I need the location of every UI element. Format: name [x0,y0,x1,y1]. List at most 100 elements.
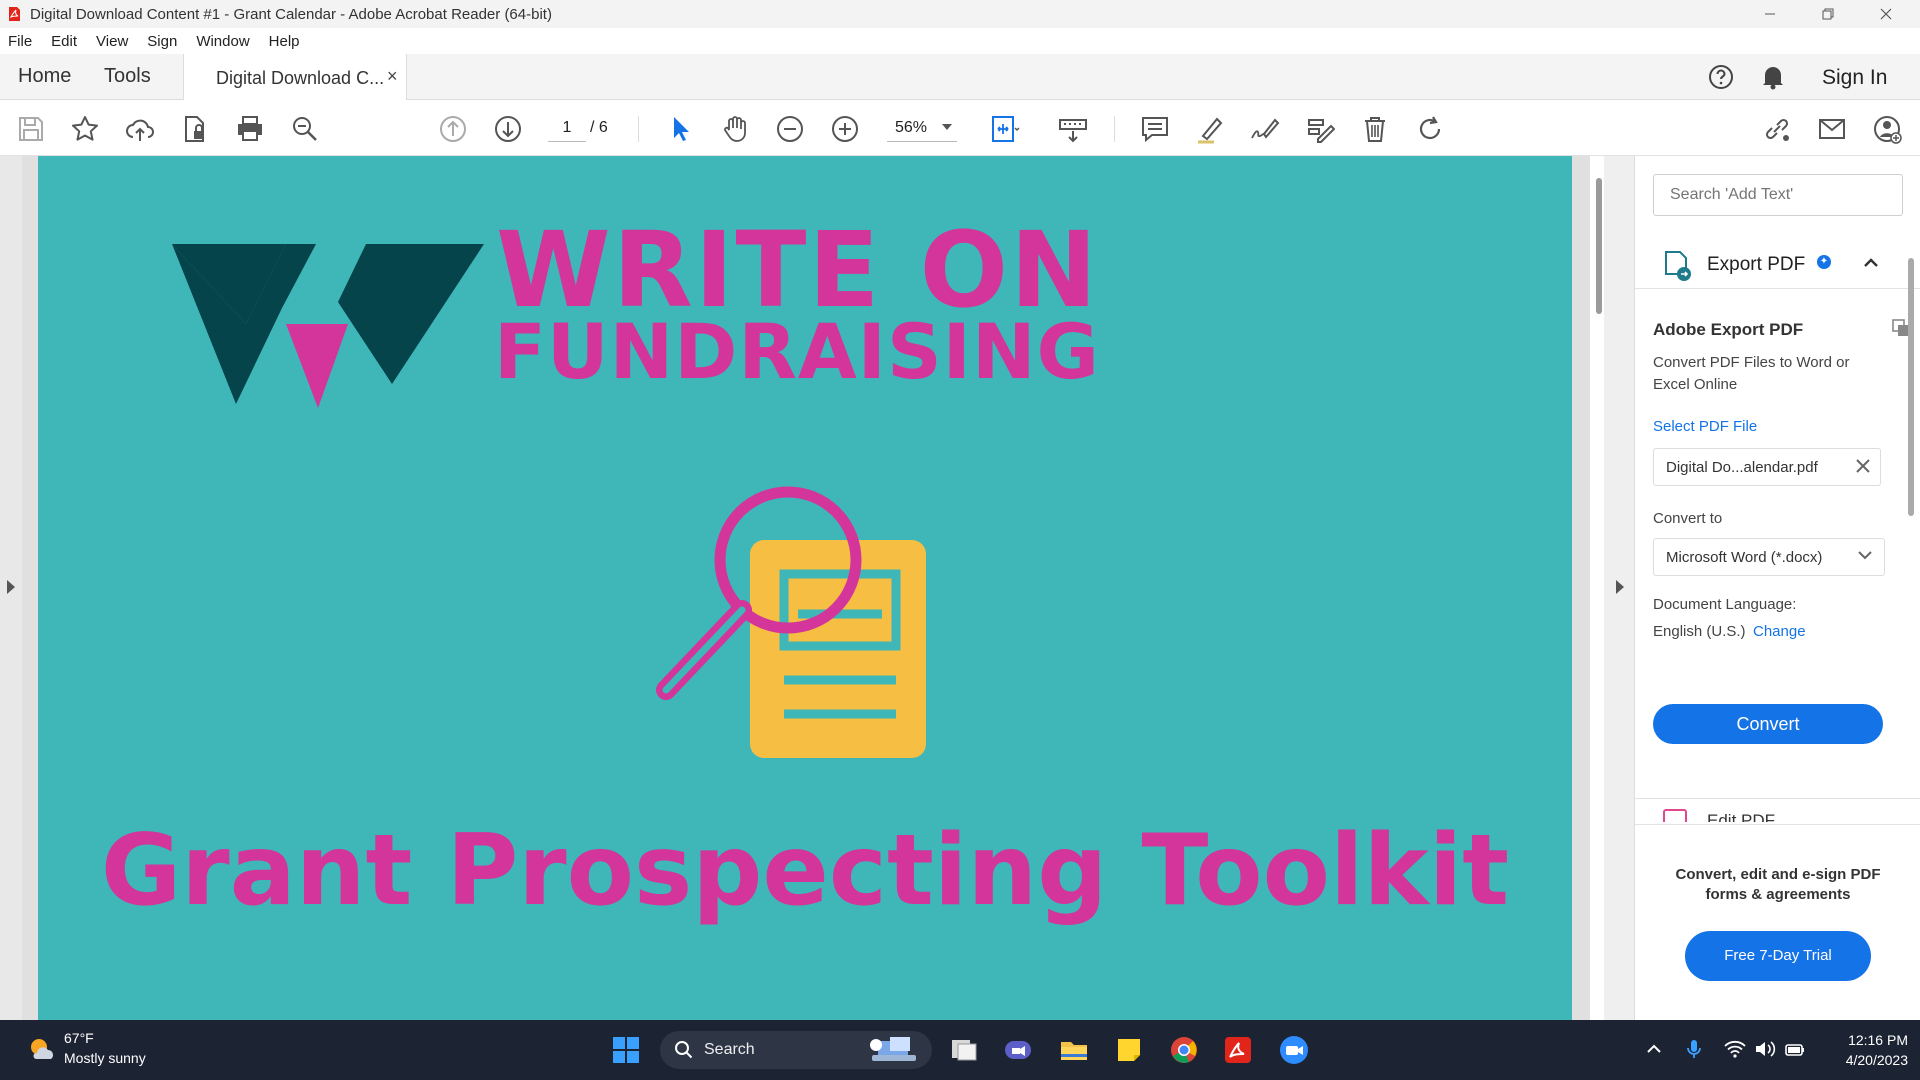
change-language-link[interactable]: Change [1753,623,1806,640]
find-button[interactable] [290,114,320,144]
export-pdf-title[interactable]: Export PDF [1707,254,1805,276]
document-scrollbar[interactable] [1596,178,1602,314]
restore-button[interactable] [1800,0,1856,28]
toolbar-divider [1114,116,1115,142]
file-properties-button[interactable] [180,114,210,144]
page-total: / 6 [590,119,608,136]
write-on-w-logo-icon [172,244,484,408]
previous-page-button[interactable] [438,114,468,144]
arrow-up-circle-icon [440,116,466,142]
right-panel-toggle[interactable] [1604,156,1634,1020]
sticky-notes-icon[interactable] [1113,1034,1145,1066]
weather-sun-icon[interactable] [26,1034,56,1064]
tab-close-icon[interactable]: × [387,66,398,87]
help-icon[interactable] [1708,64,1734,90]
adobe-export-description: Convert PDF Files to Word or Excel Onlin… [1653,354,1850,393]
fill-sign-button[interactable] [1305,114,1336,144]
select-tool-button[interactable] [665,114,695,144]
document-subtitle: Grant Prospecting Toolkit [100,814,1510,928]
zoom-out-button[interactable] [775,114,805,144]
menu-bar: File Edit View Sign Window Help [0,28,1920,54]
highlighter-pen-icon [1198,117,1223,144]
fit-page-button[interactable] [990,114,1020,144]
select-pdf-link[interactable]: Select PDF File [1653,418,1757,435]
tools-search-input[interactable] [1653,174,1903,216]
chrome-browser-icon[interactable] [1168,1034,1200,1066]
convert-button[interactable]: Convert [1653,704,1883,744]
link-share-icon [1765,118,1789,141]
scrolling-mode-button[interactable] [1058,114,1088,144]
taskbar-clock[interactable]: 12:16 PM 4/20/2023 [1818,1030,1908,1070]
chevron-up-icon[interactable] [1646,1042,1662,1056]
acrobat-taskbar-icon[interactable] [1222,1034,1254,1066]
weather-temperature[interactable]: 67°F [64,1030,94,1046]
battery-icon[interactable] [1784,1040,1806,1058]
zoom-in-button[interactable] [830,114,860,144]
comment-button[interactable] [1140,114,1170,144]
pdf-page: WRITE ON FUNDRAISING Grant Prospecting T… [38,156,1572,1020]
main-toolbar [0,100,1920,156]
tab-tools[interactable]: Tools [104,65,151,88]
minimize-button[interactable] [1742,0,1798,28]
panel-scrollbar[interactable] [1908,258,1914,516]
page-number-input[interactable]: 1 [548,114,586,142]
close-window-button[interactable] [1858,0,1914,28]
arrow-down-circle-icon [495,116,521,142]
menu-file[interactable]: File [8,33,32,50]
document-canvas[interactable]: WRITE ON FUNDRAISING Grant Prospecting T… [22,156,1590,1020]
upload-cloud-button[interactable] [125,114,155,144]
microphone-icon[interactable] [1686,1038,1702,1060]
chevron-down-icon[interactable] [1857,548,1873,562]
cloud-upload-icon [126,119,154,141]
taskbar-search-label: Search [704,1041,755,1058]
upgrade-promo: Convert, edit and e-sign PDF forms & agr… [1635,824,1920,1020]
trash-icon [1365,117,1385,142]
share-user-button[interactable] [1872,114,1902,144]
menu-help[interactable]: Help [269,33,300,50]
weather-condition[interactable]: Mostly sunny [64,1050,146,1066]
zoom-search-icon [293,117,317,141]
menu-view[interactable]: View [96,33,128,50]
hand-tool-button[interactable] [720,114,750,144]
remove-file-icon[interactable] [1855,458,1871,474]
close-icon [1880,8,1892,20]
convert-format-select[interactable]: Microsoft Word (*.docx) [1653,538,1885,576]
edit-pdf-tool[interactable]: Edit PDF [1635,798,1920,822]
selected-file-field[interactable]: Digital Do...alendar.pdf [1653,448,1881,486]
menu-sign[interactable]: Sign [147,33,177,50]
envelope-icon [1819,119,1845,139]
tab-bar: Home Tools Digital Download C... × [0,54,1920,100]
menu-edit[interactable]: Edit [51,33,77,50]
task-view-icon[interactable] [948,1034,980,1066]
bookmark-star-button[interactable] [70,114,100,144]
wifi-icon[interactable] [1724,1040,1746,1058]
headline-fundraising: FUNDRAISING [494,307,1100,396]
rotate-button[interactable] [1415,114,1445,144]
sign-in-button[interactable]: Sign In [1822,66,1887,90]
zoom-app-icon[interactable] [1278,1034,1310,1066]
left-panel-toggle[interactable] [0,156,22,1020]
free-trial-button[interactable]: Free 7-Day Trial [1685,931,1871,981]
search-icon [675,1041,693,1059]
menu-window[interactable]: Window [196,33,249,50]
sign-button[interactable] [1250,114,1280,144]
tab-home[interactable]: Home [18,65,71,88]
zoom-dropdown-chevron-icon[interactable] [942,124,952,130]
taskbar-search-box[interactable]: Search [660,1031,932,1069]
chevron-up-icon[interactable] [1863,256,1879,268]
print-button[interactable] [235,114,265,144]
tab-document[interactable]: Digital Download C... × [183,54,407,100]
save-button[interactable] [16,114,46,144]
teams-chat-icon[interactable] [1002,1034,1034,1066]
next-page-button[interactable] [493,114,523,144]
promo-text: Convert, edit and e-sign PDF forms & agr… [1675,866,1881,903]
title-bar: Digital Download Content #1 - Grant Cale… [0,0,1920,28]
share-link-button[interactable] [1762,114,1792,144]
highlight-button[interactable] [1195,114,1225,144]
file-explorer-icon[interactable] [1058,1034,1090,1066]
notifications-bell-icon[interactable] [1761,64,1785,90]
delete-button[interactable] [1360,114,1390,144]
volume-icon[interactable] [1754,1040,1776,1058]
email-button[interactable] [1817,114,1847,144]
windows-start-icon[interactable] [610,1034,642,1066]
